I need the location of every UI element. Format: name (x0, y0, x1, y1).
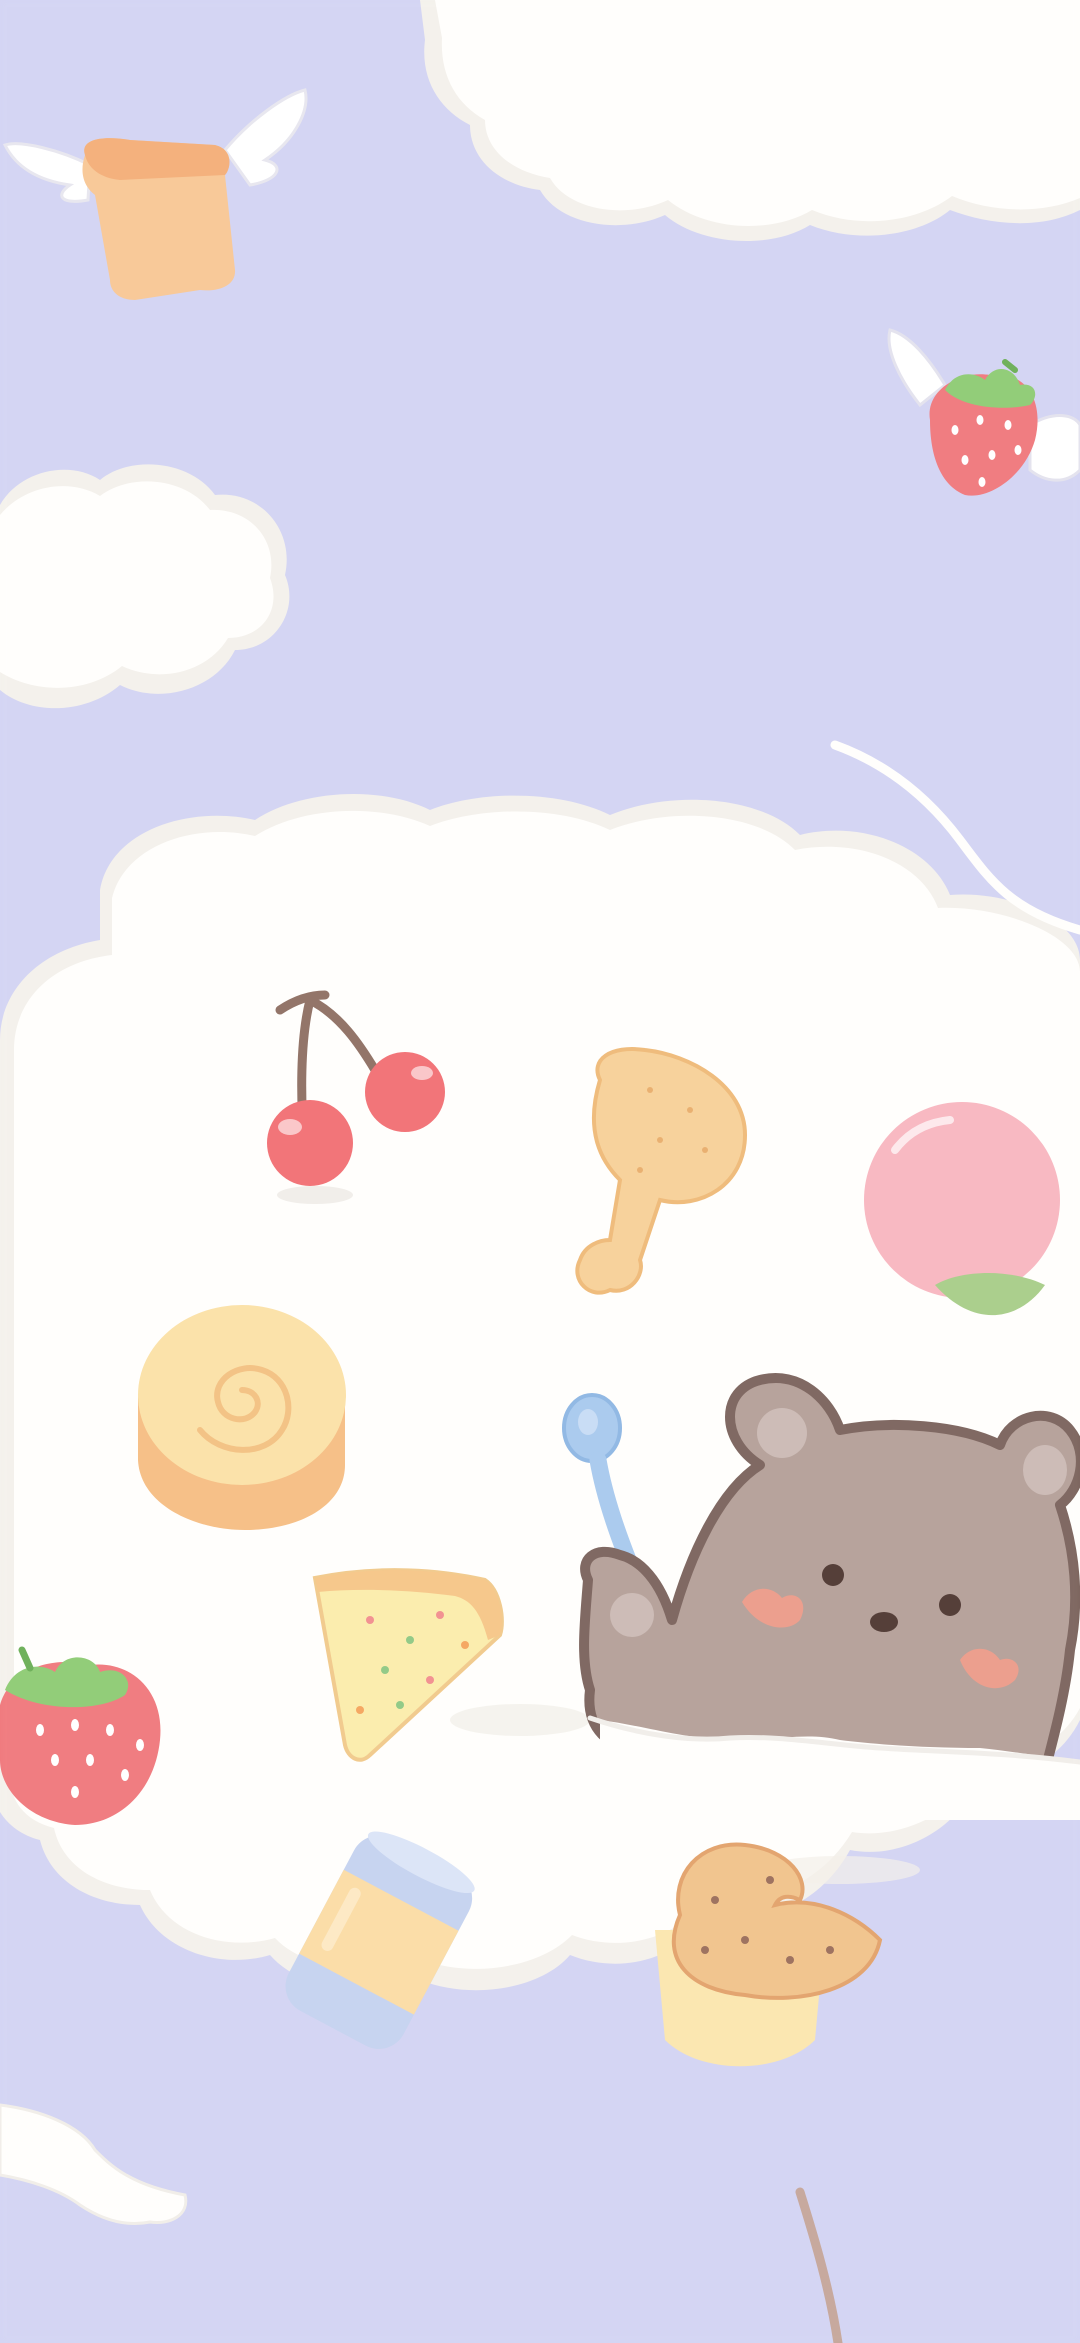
wallpaper-art (0, 0, 1080, 2343)
wallpaper (0, 0, 1080, 2343)
